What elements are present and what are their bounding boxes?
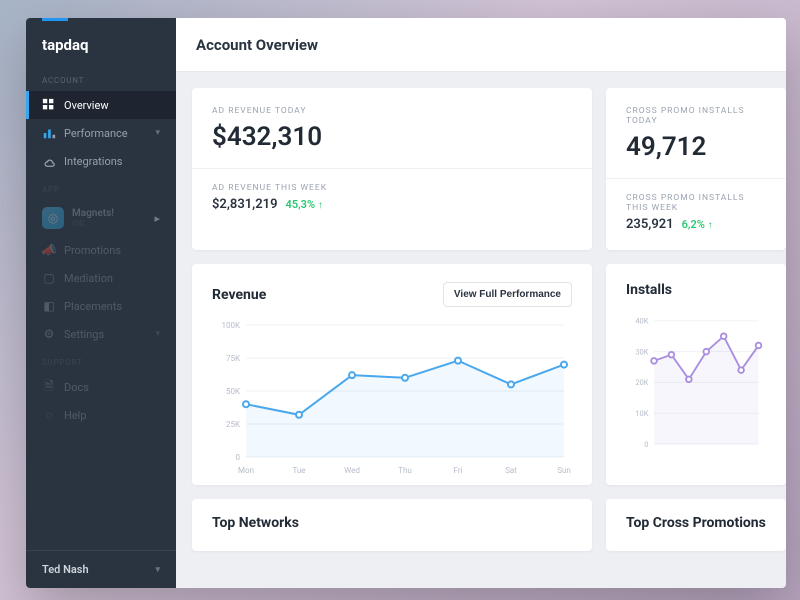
stat-card-installs: CROSS PROMO INSTALLS TODAY 49,712 CROSS … [606,88,786,250]
chevron-right-icon: ▸ [154,212,160,225]
card-top-networks: Top Networks [192,499,592,551]
main: Account Overview AD REVENUE TODAY $432,3… [176,18,786,588]
bars-icon [42,126,56,140]
svg-text:25K: 25K [226,420,241,429]
sidebar-item-docs[interactable]: 🗎 Docs [26,373,176,401]
stat-value: 49,712 [626,132,766,162]
sidebar-item-label: Mediation [64,272,113,285]
svg-text:Wed: Wed [344,466,360,475]
arrow-up-icon: ↑ [708,220,713,231]
chart-card-installs: Installs 0 10K 20K 30K 40K [606,264,786,485]
chart-card-revenue: Revenue View Full Performance 0 25K 50K 75K… [192,264,592,485]
stat-label: CROSS PROMO INSTALLS TODAY [626,106,766,126]
sidebar-item-label: Performance [64,127,128,140]
sidebar-item-mediation[interactable]: ▢ Mediation [26,264,176,292]
sidebar-item-label: Overview [64,99,109,112]
chart-title: Installs [626,282,672,298]
app-name: Magnets! [72,208,114,219]
svg-text:Sun: Sun [557,466,571,475]
view-full-performance-button[interactable]: View Full Performance [443,282,572,307]
installs-chart: 0 10K 20K 30K 40K [626,308,766,468]
stat-delta: 45,3% ↑ [286,198,323,211]
user-name: Ted Nash [42,563,89,576]
card-top-cross-promotions: Top Cross Promotions [606,499,786,551]
svg-text:30K: 30K [635,347,648,356]
stat-delta: 6,2% ↑ [682,218,713,231]
svg-text:Thu: Thu [398,466,412,475]
help-icon: ◌ [42,408,56,422]
stat-card-revenue: AD REVENUE TODAY $432,310 AD REVENUE THI… [192,88,592,250]
placement-icon: ◧ [42,299,56,313]
svg-text:0: 0 [644,440,648,449]
arrow-up-icon: ↑ [318,200,323,211]
stats-row: AD REVENUE TODAY $432,310 AD REVENUE THI… [192,88,786,250]
window-icon: ▢ [42,271,56,285]
stat-label: AD REVENUE TODAY [212,106,572,116]
brand-logo: tapdaq [26,18,176,76]
svg-text:10K: 10K [635,409,648,418]
grid-icon [42,98,56,112]
section-label-support: SUPPORT [26,358,176,373]
user-menu[interactable]: Ted Nash ▾ [26,550,176,588]
topbar: Account Overview [176,18,786,72]
section-label-app: APP [26,185,176,200]
sidebar-item-integrations[interactable]: Integrations [26,147,176,175]
svg-text:75K: 75K [226,354,241,363]
card-title: Top Cross Promotions [626,515,766,531]
cloud-icon [42,154,56,168]
megaphone-icon: 📣 [42,243,56,257]
chevron-down-icon: ▾ [155,329,160,339]
svg-text:Fri: Fri [454,466,463,475]
sidebar-item-promotions[interactable]: 📣 Promotions [26,236,176,264]
page-title: Account Overview [196,36,318,54]
svg-text:100K: 100K [221,321,240,330]
section-label-account: ACCOUNT [26,76,176,91]
sidebar-item-performance[interactable]: Performance ▾ [26,119,176,147]
stat-sub-value: 235,921 [626,217,674,232]
chart-title: Revenue [212,287,266,303]
card-title: Top Networks [212,515,572,531]
sidebar-item-help[interactable]: ◌ Help [26,401,176,429]
sidebar-item-label: Docs [64,381,89,394]
gear-icon: ⚙ [42,327,56,341]
stat-value: $432,310 [212,122,572,152]
revenue-chart: 0 25K 50K 75K 100K Mon Tue Wed Thu Fri Sat Sun [212,317,572,477]
stat-sub-value: $2,831,219 [212,197,278,212]
svg-text:40K: 40K [635,317,648,326]
sidebar-item-settings[interactable]: ⚙ Settings ▾ [26,320,176,348]
sidebar-item-overview[interactable]: Overview [26,91,176,119]
content: AD REVENUE TODAY $432,310 AD REVENUE THI… [176,72,786,588]
svg-text:50K: 50K [226,387,241,396]
sidebar-item-label: Integrations [64,155,122,168]
svg-text:Sat: Sat [505,466,517,475]
svg-text:20K: 20K [635,378,648,387]
svg-text:0: 0 [236,453,241,462]
sidebar-item-label: Settings [64,328,104,341]
chevron-down-icon: ▾ [155,565,160,575]
svg-text:Tue: Tue [292,466,305,475]
sidebar-item-placements[interactable]: ◧ Placements [26,292,176,320]
app-frame: tapdaq ACCOUNT Overview Performance ▾ In… [26,18,786,588]
sidebar-app-selector[interactable]: ◎ Magnets! iOS ▸ [26,200,176,236]
svg-text:Mon: Mon [238,466,254,475]
sidebar-item-label: Promotions [64,244,121,257]
sidebar-item-label: Help [64,409,87,422]
app-icon: ◎ [42,207,64,229]
charts-row: Revenue View Full Performance 0 25K 50K 75K… [192,264,786,485]
sidebar: tapdaq ACCOUNT Overview Performance ▾ In… [26,18,176,588]
stat-label: CROSS PROMO INSTALLS THIS WEEK [626,193,766,213]
bottom-row: Top Networks Top Cross Promotions [192,499,786,551]
file-icon: 🗎 [42,380,56,394]
sidebar-item-label: Placements [64,300,122,313]
chevron-down-icon: ▾ [155,128,160,138]
app-platform: iOS [72,219,114,228]
stat-label: AD REVENUE THIS WEEK [212,183,572,193]
